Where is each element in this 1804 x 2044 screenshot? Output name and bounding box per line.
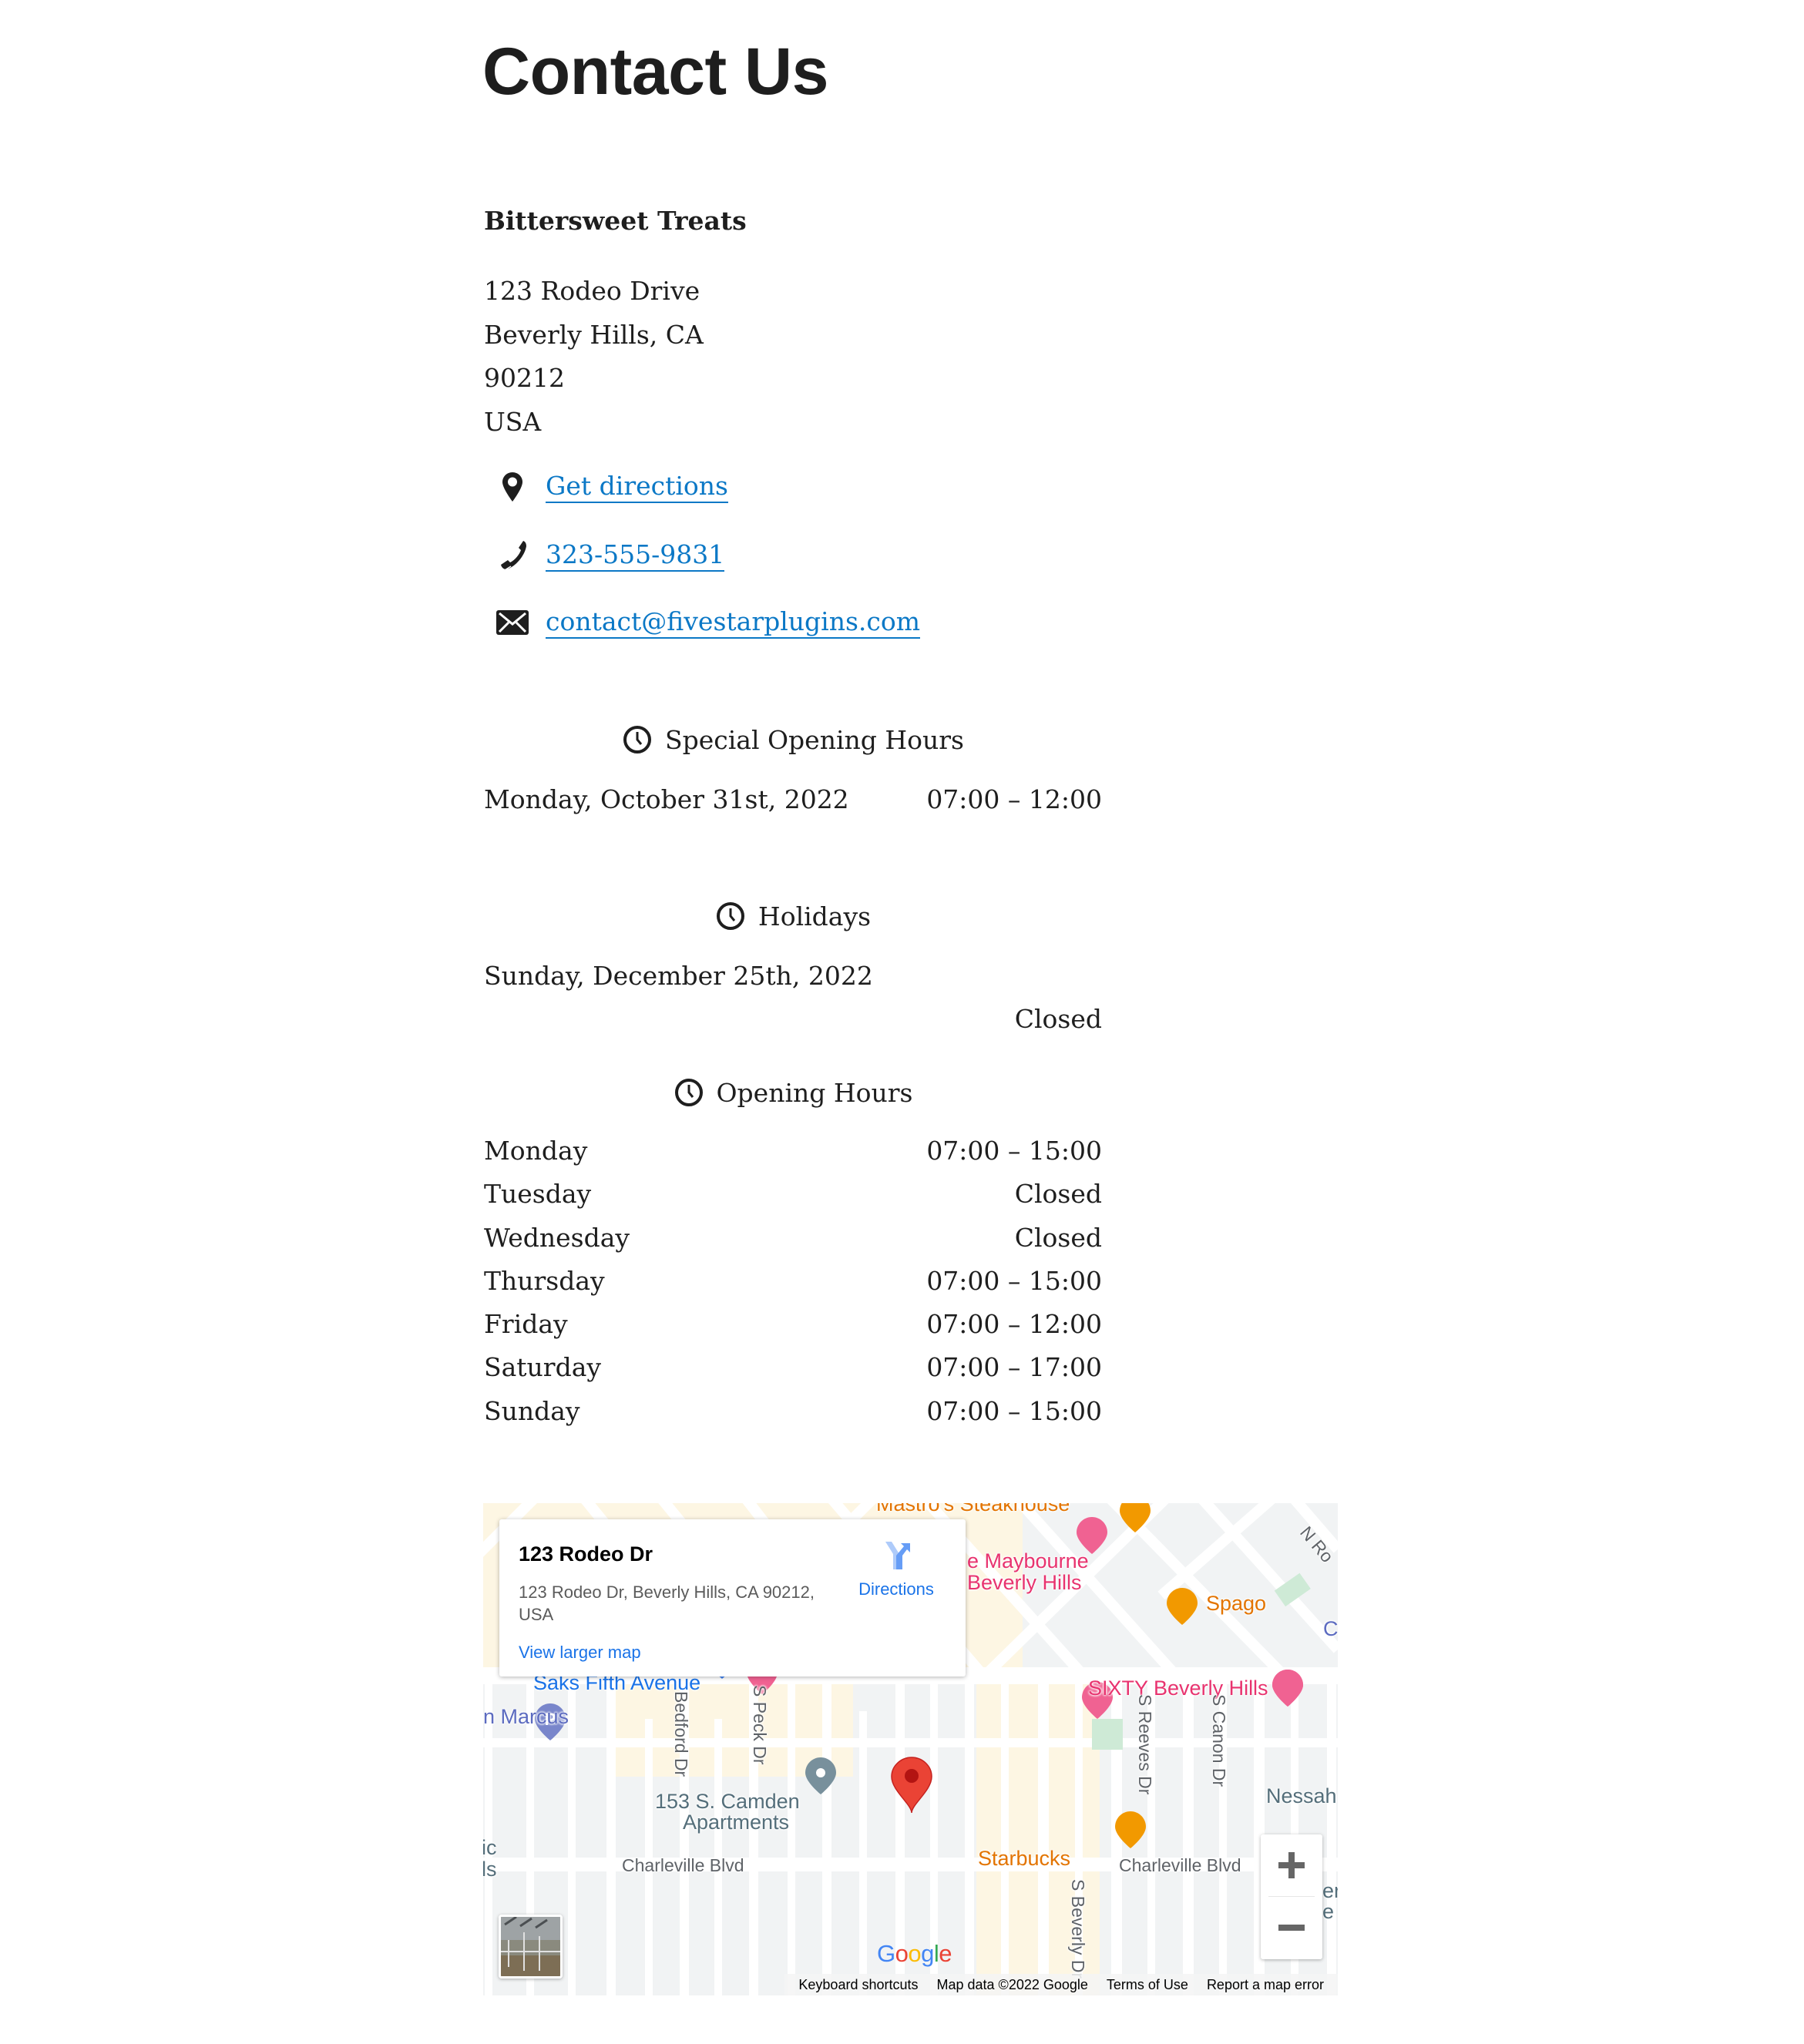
map-label-canon: S Canon Dr xyxy=(1209,1694,1229,1787)
special-date: Monday, October 31st, 2022 xyxy=(484,784,849,814)
terms-of-use-link[interactable]: Terms of Use xyxy=(1107,1977,1188,1993)
map-label-nessah[interactable]: Nessah xyxy=(1266,1784,1337,1808)
day-hours: 07:00 – 15:00 xyxy=(926,1265,1102,1296)
satellite-view-toggle[interactable] xyxy=(499,1915,563,1979)
zoom-out-button[interactable] xyxy=(1261,1897,1322,1958)
business-name: Bittersweet Treats xyxy=(484,206,747,236)
map-label-neiman[interactable]: n Marcus xyxy=(483,1705,569,1729)
hours-row-wednesday: Wednesday Closed xyxy=(484,1217,1102,1260)
map-pin-icon xyxy=(493,470,532,504)
day-label: Thursday xyxy=(484,1265,605,1296)
map-label-edge-ic: ic xyxy=(483,1836,497,1859)
page-title: Contact Us xyxy=(482,35,828,109)
place-title: 123 Rodeo Dr xyxy=(519,1542,653,1566)
address-street: 123 Rodeo Drive xyxy=(484,276,700,306)
clock-icon xyxy=(715,901,746,931)
day-hours: 07:00 – 15:00 xyxy=(926,1136,1102,1166)
map-label-reeves: S Reeves Dr xyxy=(1135,1694,1155,1795)
special-hours-row: Monday, October 31st, 2022 07:00 – 12:00 xyxy=(484,778,1102,821)
map-info-card: 123 Rodeo Dr 123 Rodeo Dr, Beverly Hills… xyxy=(499,1519,966,1676)
view-larger-map-link[interactable]: View larger map xyxy=(519,1643,641,1663)
map-attribution-bar: Keyboard shortcuts Map data ©2022 Google… xyxy=(784,1974,1338,1995)
map-label-cl: Cl xyxy=(1323,1617,1338,1640)
directions-row: Get directions xyxy=(493,465,728,508)
day-label: Sunday xyxy=(484,1395,580,1426)
map-label-edge-ls: ls xyxy=(483,1858,497,1881)
holiday-date: Sunday, December 25th, 2022 xyxy=(484,961,873,991)
map-zoom-control xyxy=(1261,1834,1322,1959)
phone-row: 323-555-9831 xyxy=(493,534,725,577)
get-directions-link[interactable]: Get directions xyxy=(546,471,728,503)
map-label-spago[interactable]: Spago xyxy=(1206,1592,1266,1616)
day-label: Wednesday xyxy=(484,1222,630,1253)
special-hours-title: Special Opening Hours xyxy=(664,724,964,755)
minus-icon xyxy=(1278,1925,1305,1931)
hours-row-tuesday: Tuesday Closed xyxy=(484,1173,1102,1216)
clock-icon xyxy=(674,1077,704,1108)
day-hours: Closed xyxy=(1014,1179,1102,1210)
hours-row-monday: Monday 07:00 – 15:00 xyxy=(484,1129,1102,1173)
map-label-maybourne[interactable]: e Maybourne xyxy=(967,1549,1089,1573)
email-link[interactable]: contact@fivestarplugins.com xyxy=(546,606,921,639)
map-data-credit: Map data ©2022 Google xyxy=(936,1976,1088,1992)
directions-label: Directions xyxy=(858,1579,934,1599)
map-label-starbucks[interactable]: Starbucks xyxy=(978,1847,1070,1871)
map-label-camden-2[interactable]: Apartments xyxy=(683,1811,789,1834)
map-label-charleville: Charleville Blvd xyxy=(622,1855,744,1875)
hours-row-friday: Friday 07:00 – 12:00 xyxy=(484,1303,1102,1346)
holiday-status: Closed xyxy=(1014,1004,1102,1035)
phone-link[interactable]: 323-555-9831 xyxy=(546,539,725,572)
directions-icon xyxy=(885,1542,910,1569)
google-logo: Google xyxy=(877,1940,952,1967)
embedded-map[interactable]: P Mastro's Steakhouse e Maybourne Beverl… xyxy=(483,1503,1338,1995)
day-hours: 07:00 – 17:00 xyxy=(926,1352,1102,1383)
opening-hours-title: Opening Hours xyxy=(716,1077,913,1108)
special-time: 07:00 – 12:00 xyxy=(926,784,1102,814)
hours-row-saturday: Saturday 07:00 – 17:00 xyxy=(484,1346,1102,1389)
zoom-in-button[interactable] xyxy=(1261,1834,1322,1896)
map-label-charleville-2: Charleville Blvd xyxy=(1119,1855,1241,1875)
address-zip: 90212 xyxy=(484,363,565,393)
map-label-bedford: Bedford Dr xyxy=(671,1691,691,1777)
address-city: Beverly Hills, CA xyxy=(484,319,704,350)
keyboard-shortcuts-link[interactable]: Keyboard shortcuts xyxy=(798,1977,918,1993)
place-address: 123 Rodeo Dr, Beverly Hills, CA 90212, U… xyxy=(519,1583,815,1624)
special-hours-section: Special Opening Hours Monday, October 31… xyxy=(484,718,1102,821)
holidays-heading: Holidays xyxy=(484,894,1102,938)
plus-icon xyxy=(1278,1852,1305,1878)
email-row: contact@fivestarplugins.com xyxy=(493,601,921,644)
clock-icon xyxy=(622,724,653,755)
day-label: Saturday xyxy=(484,1352,602,1383)
phone-icon xyxy=(493,539,532,572)
hours-row-sunday: Sunday 07:00 – 15:00 xyxy=(484,1390,1102,1433)
hours-row-thursday: Thursday 07:00 – 15:00 xyxy=(484,1260,1102,1303)
business-address: 123 Rodeo Drive Beverly Hills, CA 90212 … xyxy=(484,270,704,444)
envelope-icon xyxy=(493,606,532,639)
opening-hours-heading: Opening Hours xyxy=(484,1071,1102,1114)
map-label-peck: S Peck Dr xyxy=(750,1685,770,1765)
report-map-error-link[interactable]: Report a map error xyxy=(1207,1977,1324,1993)
map-label-sixty[interactable]: SIXTY Beverly Hills xyxy=(1088,1676,1268,1700)
map-label-edge-e: e xyxy=(1322,1900,1335,1923)
opening-hours-section: Opening Hours Monday 07:00 – 15:00 Tuesda… xyxy=(484,1071,1102,1433)
day-hours: Closed xyxy=(1014,1222,1102,1253)
holidays-section: Holidays Sunday, December 25th, 2022 Clo… xyxy=(484,894,1102,1042)
map-label-maybourne-2[interactable]: Beverly Hills xyxy=(967,1571,1082,1595)
special-hours-heading: Special Opening Hours xyxy=(484,718,1102,761)
address-country: USA xyxy=(484,406,542,437)
map-label-beverly-dr: S Beverly Dr xyxy=(1068,1879,1088,1979)
map-label-mastros[interactable]: Mastro's Steakhouse xyxy=(876,1503,1070,1516)
day-hours: 07:00 – 15:00 xyxy=(926,1395,1102,1426)
satellite-thumbnail-icon xyxy=(501,1917,560,1976)
day-hours: 07:00 – 12:00 xyxy=(926,1309,1102,1340)
holidays-title: Holidays xyxy=(758,901,872,931)
directions-button[interactable]: Directions xyxy=(850,1539,942,1608)
holiday-row: Sunday, December 25th, 2022 Closed xyxy=(484,955,1102,1042)
day-label: Tuesday xyxy=(484,1179,592,1210)
opening-hours-table: Monday 07:00 – 15:00 Tuesday Closed Wednes… xyxy=(484,1129,1102,1433)
day-label: Monday xyxy=(484,1136,588,1166)
day-label: Friday xyxy=(484,1309,568,1340)
